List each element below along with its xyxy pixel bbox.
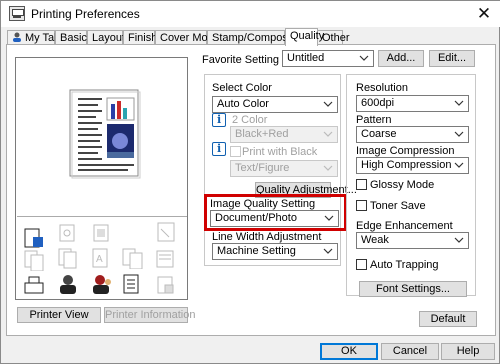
copies-icon [58,248,77,269]
resolution-value: 600dpi [361,97,395,109]
tab-layout[interactable]: Layout [87,30,126,45]
two-color-value: Black+Red [235,128,289,140]
svg-text:A: A [96,254,103,265]
binding-icon [59,224,75,242]
pattern-value: Coarse [361,128,397,140]
chevron-down-icon [359,55,369,61]
cancel-button[interactable]: Cancel [381,343,439,360]
tab-label: Layout [92,32,126,44]
function-icon-panel: A [17,216,187,298]
tab-stamp-composition[interactable]: Stamp/Composition [207,30,308,45]
print-icon [24,276,44,294]
document-list-icon [123,274,139,294]
info-icon [212,142,226,156]
edge-enhancement-select[interactable]: Weak [356,232,469,249]
print-with-black-value: Text/Figure [235,162,290,174]
info-icon [212,113,226,127]
tab-label: Finish [128,32,158,44]
close-button[interactable]: ✕ [469,3,499,25]
select-color-label: Select Color [212,82,272,94]
line-width-adjustment-select[interactable]: Machine Setting [212,243,338,260]
account-track-icon [93,275,111,294]
page-preview-image [69,89,141,179]
tab-label: Basic [60,32,87,44]
edge-enhancement-value: Weak [361,234,389,246]
resolution-select[interactable]: 600dpi [356,95,469,112]
chevron-down-icon [454,100,464,106]
edge-enhancement-label: Edge Enhancement [356,220,453,232]
preview-bar-red [117,101,121,119]
preview-bar-teal [123,108,127,119]
print-with-black-label: Print with Black [242,146,318,158]
default-button[interactable]: Default [419,311,477,327]
booklet-icon [93,224,109,242]
tab-quality[interactable]: Quality [285,28,324,46]
select-color-value: Auto Color [217,98,269,110]
add-favorite-button[interactable]: Add... [378,50,424,67]
print-with-black-checkbox[interactable] [230,146,241,157]
printer-information-button[interactable]: Printer Information [104,307,195,323]
favorite-setting-label: Favorite Setting [202,54,280,66]
stapled-icon [157,222,175,242]
tab-basic[interactable]: Basic [55,30,87,45]
resolution-label: Resolution [356,82,408,94]
font-settings-button[interactable]: Font Settings... [359,281,467,297]
line-width-adjustment-label: Line Width Adjustment [212,231,322,243]
chevron-down-icon [454,131,464,137]
image-compression-select[interactable]: High Compression [356,157,469,174]
tab-my-tab[interactable]: My Tab [7,30,60,45]
person-icon [12,32,22,42]
line-width-adjustment-value: Machine Setting [217,245,296,257]
select-color-select[interactable]: Auto Color [212,96,338,113]
toner-save-checkbox[interactable] [356,200,367,211]
print-with-black-select[interactable]: Text/Figure [230,160,338,177]
tab-cover-mode[interactable]: Cover Mode [155,30,220,45]
tab-label: Other [322,32,350,44]
image-quality-highlight-frame [204,194,347,231]
printer-icon [9,6,25,21]
edit-favorite-button[interactable]: Edit... [429,50,475,67]
image-compression-label: Image Compression [356,145,455,157]
help-button[interactable]: Help [441,343,495,360]
glossy-mode-label: Glossy Mode [370,179,435,191]
pages-icon [24,250,44,271]
user-auth-icon [60,275,76,294]
tab-finish[interactable]: Finish [123,30,158,45]
document-icon [24,228,43,248]
favorite-setting-value: Untitled [287,52,325,64]
window-title: Printing Preferences [31,7,140,21]
two-color-label: 2 Color [232,114,268,126]
secure-print-icon [157,276,174,294]
glossy-mode-checkbox[interactable] [356,179,367,190]
chevron-down-icon [323,131,333,137]
finisher-icon [156,250,174,268]
pattern-select[interactable]: Coarse [356,126,469,143]
printer-view-button[interactable]: Printer View [17,307,101,323]
toner-save-label: Toner Save [370,200,426,212]
ok-button[interactable]: OK [320,343,378,360]
text-layout-icon: A [92,248,108,268]
pattern-label: Pattern [356,114,392,126]
auto-trapping-label: Auto Trapping [370,259,439,271]
two-color-select[interactable]: Black+Red [230,126,338,143]
chevron-down-icon [454,162,464,168]
chevron-down-icon [323,101,333,107]
image-compression-value: High Compression [361,159,452,171]
auto-trapping-checkbox[interactable] [356,259,367,270]
favorite-setting-select[interactable]: Untitled [282,50,374,67]
tab-label: Quality [290,30,325,42]
chevron-down-icon [323,248,333,254]
chevron-down-icon [323,165,333,171]
chevron-down-icon [454,237,464,243]
title-bar: Printing Preferences ✕ [1,1,500,27]
printing-preferences-window: Printing Preferences ✕ My Tab Basic Layo… [0,0,500,364]
duplex-icon [122,248,143,269]
preview-bar-blue [111,104,115,119]
